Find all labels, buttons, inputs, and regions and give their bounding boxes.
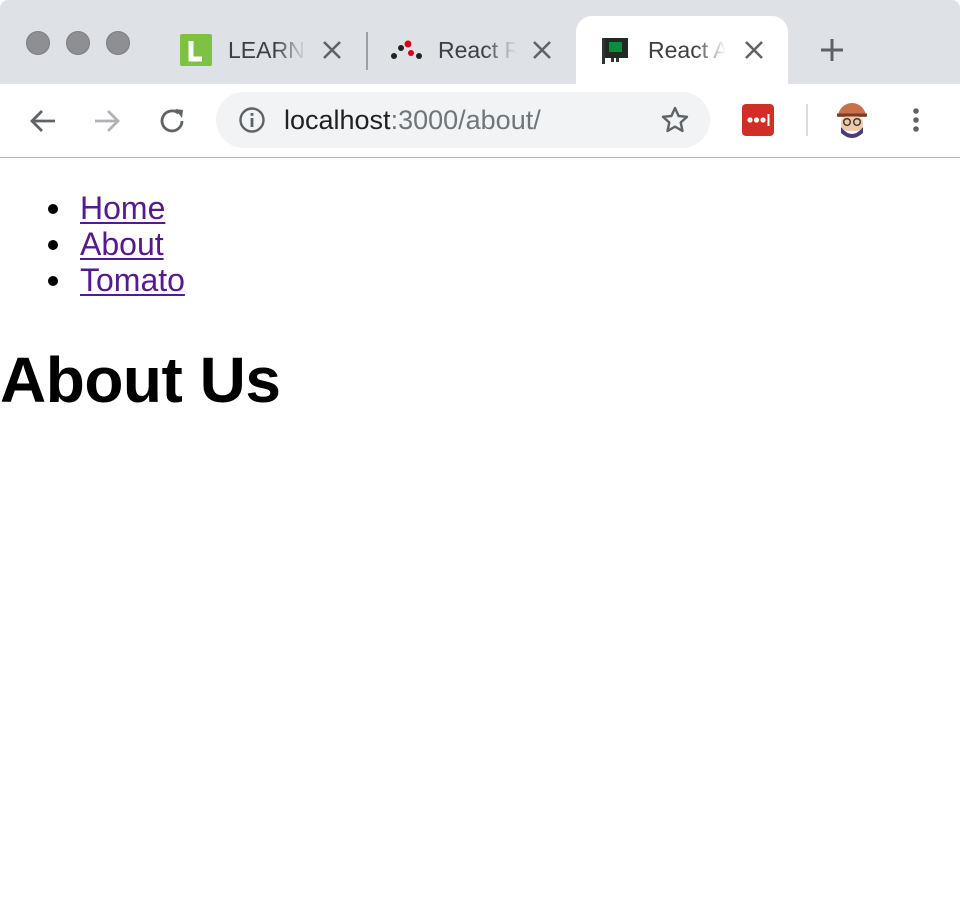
url-text[interactable]: localhost:3000/about/	[284, 105, 541, 135]
arrow-left-icon	[30, 110, 55, 132]
forward-button[interactable]	[90, 104, 124, 138]
close-icon[interactable]	[742, 38, 766, 62]
info-icon[interactable]	[238, 106, 266, 134]
more-vert-icon[interactable]	[900, 104, 932, 136]
bookmark-star-icon[interactable]	[660, 105, 690, 135]
tab-react-app[interactable]: React A	[576, 16, 788, 84]
tab-title: LEARN	[228, 36, 305, 63]
lastpass-extension-icon[interactable]	[742, 104, 774, 136]
nav-list: Home About Tomato	[0, 190, 185, 298]
list-item: Tomato	[48, 262, 185, 298]
tab-strip: LEARN React R React A	[0, 0, 960, 84]
nav-link-about[interactable]: About	[80, 226, 164, 262]
tab-title: React R	[438, 36, 516, 63]
minimize-window-button[interactable]	[66, 31, 90, 55]
nav-link-tomato[interactable]: Tomato	[80, 262, 185, 298]
tab-title: React A	[648, 36, 726, 63]
maximize-window-button[interactable]	[106, 31, 130, 55]
nav-link-home[interactable]: Home	[80, 190, 165, 226]
close-window-button[interactable]	[26, 31, 50, 55]
browser-window: LEARN React R React A localhost:3000/abo…	[0, 0, 960, 920]
address-bar[interactable]: localhost:3000/about/	[216, 92, 710, 148]
close-icon[interactable]	[320, 38, 344, 62]
close-icon[interactable]	[530, 38, 554, 62]
react-router-icon	[390, 34, 422, 66]
reload-button[interactable]	[155, 104, 189, 138]
tab-learn[interactable]: LEARN	[156, 16, 366, 84]
tab-react-router[interactable]: React R	[366, 16, 576, 84]
new-tab-plus-icon[interactable]	[816, 34, 848, 66]
toolbar-separator	[806, 104, 808, 136]
list-item: Home	[48, 190, 185, 226]
profile-avatar[interactable]	[834, 101, 870, 139]
url-path: :3000/about/	[390, 105, 541, 135]
page-title: About Us	[0, 344, 281, 416]
page-content: Home About Tomato About Us	[0, 158, 960, 920]
arrow-right-icon	[95, 110, 120, 132]
list-item: About	[48, 226, 185, 262]
learn-l-icon	[180, 34, 212, 66]
back-button[interactable]	[26, 104, 60, 138]
reload-icon	[160, 109, 184, 133]
circuit-board-icon	[600, 34, 632, 66]
url-host: localhost	[284, 105, 391, 135]
browser-toolbar: localhost:3000/about/	[0, 84, 960, 158]
